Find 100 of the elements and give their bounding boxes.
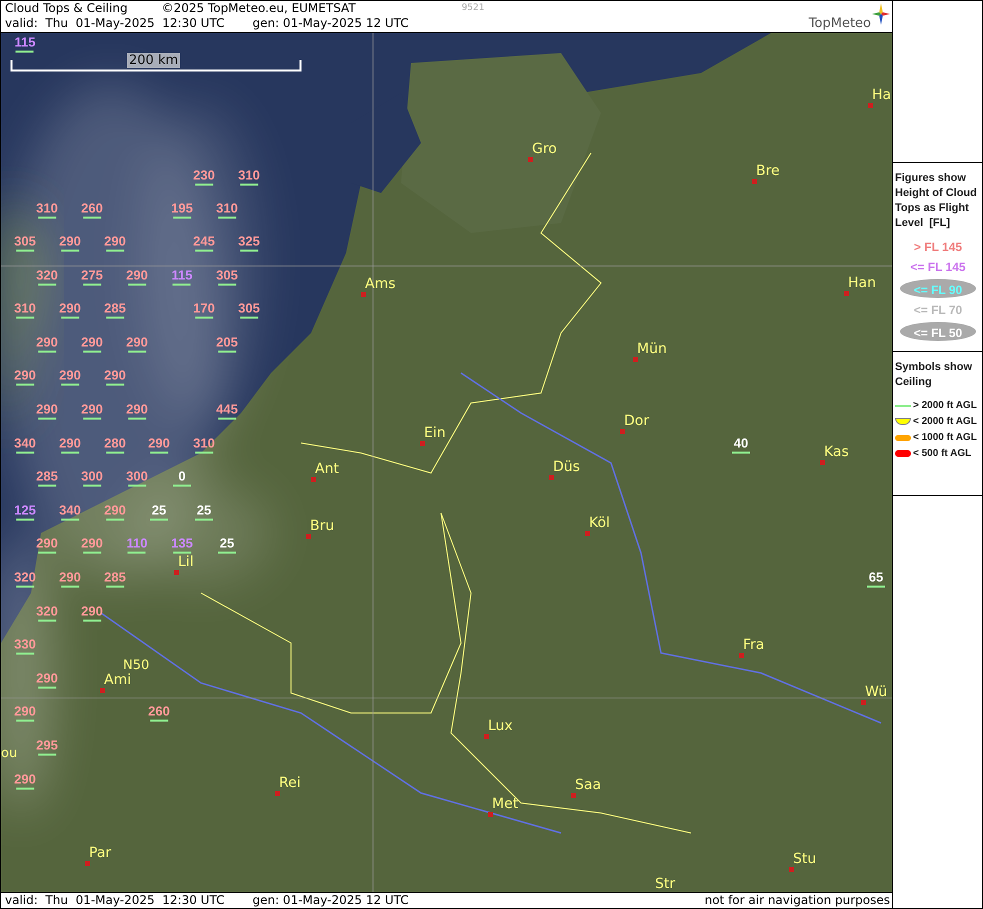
ceiling-symbol-icon (128, 484, 146, 487)
ceiling-symbol-icon (240, 250, 258, 252)
legend-item: < 1000 ft AGL (913, 432, 977, 443)
cloud-top-figure: 340 (59, 504, 81, 518)
copyright-text: ©2025 TopMeteo.eu, EUMETSAT (162, 1, 357, 16)
ceiling-symbol-icon (195, 250, 213, 252)
ceiling-symbol-icon (61, 452, 79, 454)
legend-item: <= FL 90 (914, 283, 962, 297)
ceiling-symbol-icon (83, 418, 101, 420)
cloud-top-figure: 330 (14, 638, 36, 652)
cloud-top-figure: 290 (59, 302, 81, 316)
ceiling-symbol-icon (16, 452, 34, 454)
legend-item: <= FL 50 (914, 326, 962, 340)
ceiling-symbol-icon (195, 452, 213, 454)
cloud-top-figure: 445 (216, 402, 238, 417)
ceiling-symbol-icon (61, 586, 79, 588)
ceiling-symbol-icon (218, 552, 236, 554)
cloud-top-figure: 115 (172, 268, 192, 283)
ceiling-symbol-icon (150, 720, 168, 722)
ceiling-symbol-icon (218, 418, 236, 420)
cloud-top-figure: 300 (126, 470, 148, 484)
cloud-top-figure: 305 (216, 268, 238, 283)
ceiling-symbol-icon (16, 652, 34, 655)
ceiling-symbol-icon (16, 518, 34, 521)
ceiling-symbol-icon (128, 284, 146, 286)
cloud-top-figure: 290 (36, 672, 58, 686)
city-label: Lux (488, 718, 513, 734)
cloud-top-figure: 305 (238, 302, 260, 316)
city-marker-icon (752, 178, 757, 184)
city-marker-icon (620, 428, 625, 434)
ceiling-symbol-icon (38, 484, 56, 487)
cloud-top-figure: 285 (36, 470, 58, 484)
city-label: Kas (824, 444, 849, 460)
city-label: Met (492, 796, 518, 812)
cloud-top-figure: 125 (14, 504, 36, 518)
cloud-top-figure: 230 (193, 168, 215, 183)
cloud-top-figure: 25 (196, 504, 212, 518)
legend-title: Figures show Height of Cloud Tops as Flight Level [FL] (895, 171, 978, 231)
ceiling-symbol-icon (218, 284, 236, 286)
legend-item: <= FL 145 (910, 259, 966, 275)
ceiling-symbol-icon (61, 250, 79, 252)
cloud-top-figure: 290 (126, 402, 148, 417)
ceiling-symbol-icon (195, 184, 213, 186)
valid-time: valid: Thu 01-May-2025 12:30 UTC (5, 16, 224, 31)
city-marker-icon (100, 688, 105, 693)
cloud-top-figure: 290 (14, 772, 36, 787)
cloud-top-figure: 310 (193, 436, 215, 451)
legend-item: < 500 ft AGL (913, 448, 972, 459)
ceiling-symbol-icon (106, 250, 124, 252)
legend-item: > 2000 ft AGL (913, 400, 977, 411)
map-label: N50 (123, 658, 150, 673)
city-marker-icon (528, 156, 533, 162)
ceiling-symbol-icon (16, 788, 34, 790)
ceiling-symbol-icon (38, 284, 56, 286)
ceiling-symbol-icon (16, 586, 34, 588)
city-marker-icon (633, 356, 638, 362)
cloud-top-figure: 290 (59, 436, 81, 451)
cloud-top-figure: 280 (104, 436, 126, 451)
ceiling-symbol-icon (173, 552, 191, 554)
cloud-top-figure: 65 (868, 570, 884, 585)
disclaimer-text: not for air navigation purposes (704, 893, 891, 908)
city-label: Saa (575, 778, 602, 793)
ceiling-symbol-icon (83, 350, 101, 353)
city-marker-icon (739, 652, 744, 658)
city-marker-icon (820, 460, 825, 465)
legend-item: <= FL 70 (914, 302, 962, 318)
city-label: Str (655, 876, 676, 892)
cloud-top-figure: 110 (126, 536, 148, 551)
ceiling-symbol-icon (867, 586, 885, 588)
city-label: Ams (365, 276, 396, 292)
ceiling-symbol-icon (240, 184, 258, 186)
ceiling-symbol-icon (128, 350, 146, 353)
cloud-top-figure: 320 (36, 604, 58, 619)
city-marker-icon (488, 812, 493, 817)
city-label: Wü (865, 684, 888, 700)
ceiling-symbol-icon (83, 620, 101, 622)
ceiling-symbol-icon (218, 350, 236, 353)
ceiling-symbol-icon (128, 552, 146, 554)
ceiling-symbol-icon (150, 518, 168, 521)
ceiling-symbol-icon (16, 250, 34, 252)
city-marker-icon (484, 734, 489, 739)
cloud-top-figure: 340 (14, 436, 36, 451)
cloud-top-figure: 325 (238, 234, 260, 249)
cloud-top-figure: 195 (171, 202, 193, 216)
city-marker-icon (361, 292, 366, 297)
cloud-top-figure: 170 (193, 302, 215, 316)
ceiling-symbol-icon (732, 452, 750, 454)
cloud-top-figure: 290 (81, 536, 103, 551)
city-marker-icon (306, 534, 311, 539)
cloud-top-figure: 290 (104, 234, 126, 249)
city-label: Stu (793, 852, 816, 867)
cloud-top-figure: 290 (36, 402, 58, 417)
city-label: Köl (589, 516, 610, 531)
map-title: Cloud Tops & Ceiling (5, 1, 128, 16)
ceiling-symbol-icon (38, 754, 56, 756)
cloud-top-figure: 290 (81, 402, 103, 417)
city-marker-icon (585, 530, 590, 536)
cloud-top-figure: 260 (81, 202, 103, 216)
ceiling-symbol-icon (16, 316, 34, 319)
cloud-top-figure: 245 (193, 234, 215, 249)
